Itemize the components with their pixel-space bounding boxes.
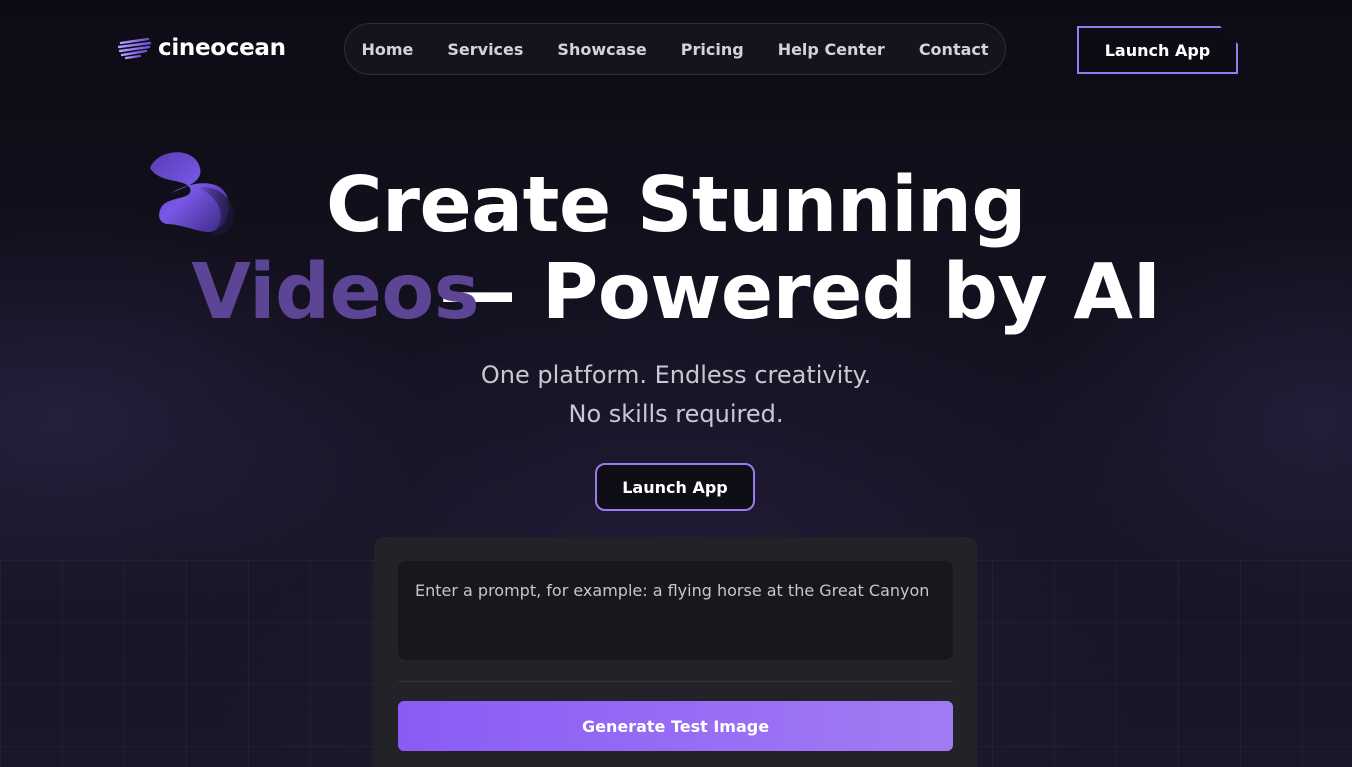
hero-launch-app-button[interactable]: Launch App <box>595 463 755 511</box>
card-divider <box>398 681 953 682</box>
hero-animated-word: Videos <box>191 248 480 337</box>
hero-title-rest: Powered by AI <box>515 248 1161 337</box>
brand-logo[interactable]: cineocean <box>118 30 286 66</box>
hero-title-line2: Videos— Powered by AI <box>0 247 1352 339</box>
header-launch-app-button[interactable]: Launch App <box>1077 26 1238 74</box>
hero-subtitle-line1: One platform. Endless creativity. <box>480 361 872 389</box>
brand-name: cineocean <box>158 35 286 61</box>
prompt-input[interactable] <box>398 561 953 660</box>
logo-icon <box>118 37 152 60</box>
nav-item-services[interactable]: Services <box>447 40 523 59</box>
nav-item-contact[interactable]: Contact <box>919 40 989 59</box>
hero-subtitle-line2: No skills required. <box>568 400 784 428</box>
hero-title-line1: Create Stunning <box>325 161 1027 250</box>
nav-item-pricing[interactable]: Pricing <box>681 40 744 59</box>
nav-item-help-center[interactable]: Help Center <box>778 40 885 59</box>
main-nav: Home Services Showcase Pricing Help Cent… <box>344 23 1006 75</box>
generate-test-image-button[interactable]: Generate Test Image <box>398 701 953 751</box>
prompt-card: Generate Test Image <box>374 537 977 767</box>
nav-item-home[interactable]: Home <box>361 40 413 59</box>
nav-item-showcase[interactable]: Showcase <box>557 40 646 59</box>
